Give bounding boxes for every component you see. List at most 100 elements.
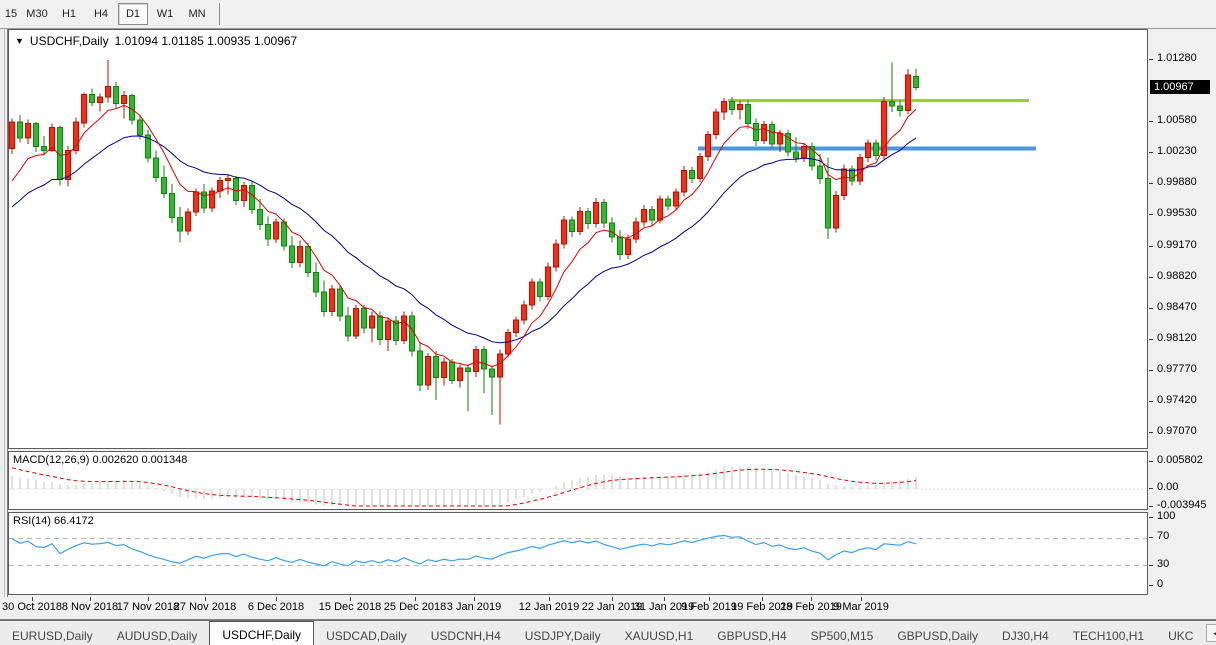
candle	[322, 280, 327, 316]
candle	[10, 118, 15, 153]
axis-tick	[1149, 152, 1153, 153]
price-axis-label: 0.98120	[1157, 332, 1197, 344]
candle	[26, 119, 31, 144]
candle	[90, 88, 95, 106]
rsi-axis-label: 30	[1157, 558, 1169, 570]
candle	[706, 131, 711, 161]
candle	[802, 143, 807, 162]
candle	[434, 351, 439, 400]
candle	[338, 285, 343, 321]
candle	[650, 206, 655, 225]
candle	[218, 177, 223, 198]
chart-dropdown-icon[interactable]: ▼	[15, 36, 24, 46]
date-axis-label: 9 Mar 2019	[833, 601, 889, 613]
tabs-scroll-left-icon[interactable]: ◄	[1206, 624, 1216, 642]
candle	[274, 218, 279, 243]
candle	[442, 358, 447, 385]
candle	[386, 318, 391, 352]
chart-tab-usdcad[interactable]: USDCAD,Daily	[314, 624, 419, 645]
chart-tab-ukc[interactable]: UKC	[1156, 624, 1205, 645]
candle	[346, 307, 351, 342]
candle	[74, 118, 79, 155]
candle	[426, 353, 431, 390]
chart-tab-eurusd[interactable]: EURUSD,Daily	[0, 624, 105, 645]
candle	[642, 205, 647, 226]
axis-tick	[1149, 432, 1153, 433]
chart-tab-sp500[interactable]: SP500,M15	[799, 624, 886, 645]
candle	[898, 101, 903, 117]
date-axis-label: 17 Nov 2018	[117, 601, 179, 613]
chart-tab-tech100[interactable]: TECH100,H1	[1061, 624, 1156, 645]
macd-main-value: 0.002620	[92, 454, 138, 466]
candle	[570, 217, 575, 237]
candle	[178, 207, 183, 242]
timeframe-button-m30[interactable]: M30	[22, 3, 52, 25]
chart-tab-dj30[interactable]: DJ30,H4	[990, 624, 1061, 645]
chart-tab-gbpusd[interactable]: GBPUSD,H4	[705, 624, 798, 645]
timeframe-button-15[interactable]: 15	[2, 3, 20, 25]
date-axis-label: 9 Feb 2019	[681, 601, 737, 613]
macd-panel[interactable]: MACD(12,26,9) 0.002620 0.001348	[8, 451, 1148, 510]
tab-scroll-controls: ◄►	[1205, 621, 1216, 645]
timeframe-button-h1[interactable]: H1	[54, 3, 84, 25]
candle	[546, 263, 551, 300]
candle	[530, 279, 535, 310]
candle	[562, 216, 567, 249]
chart-tab-usdchf[interactable]: USDCHF,Daily	[209, 621, 314, 645]
timeframe-button-mn[interactable]: MN	[182, 3, 212, 25]
candle	[402, 311, 407, 344]
axis-tick	[1149, 565, 1153, 566]
axis-tick	[1149, 506, 1153, 507]
axis-tick	[1149, 308, 1153, 309]
price-axis-label: 1.00580	[1157, 114, 1197, 126]
candle	[810, 142, 815, 170]
candle	[874, 140, 879, 160]
axis-tick	[1149, 121, 1153, 122]
timeframe-button-w1[interactable]: W1	[150, 3, 180, 25]
date-axis-label: 27 Nov 2018	[174, 601, 236, 613]
rsi-label: RSI(14) 66.4172	[13, 515, 94, 527]
chart-tab-gbpusd[interactable]: GBPUSD,Daily	[885, 624, 990, 645]
candle	[538, 279, 543, 302]
date-axis-label: 8 Nov 2018	[62, 601, 118, 613]
candle	[618, 230, 623, 260]
chart-tab-audusd[interactable]: AUDUSD,Daily	[105, 624, 210, 645]
candle	[834, 191, 839, 233]
candle	[754, 118, 759, 145]
candle	[762, 121, 767, 144]
price-axis-label: 0.99530	[1157, 207, 1197, 219]
candle	[34, 122, 39, 152]
candle	[290, 236, 295, 268]
price-axis-label: 0.98820	[1157, 270, 1197, 282]
price-axis-label: 0.97070	[1157, 425, 1197, 437]
price-axis-label: 0.99880	[1157, 176, 1197, 188]
hline-resistance[interactable]	[728, 99, 1029, 102]
chart-title: ▼ USDCHF,Daily 1.01094 1.01185 1.00935 1…	[15, 34, 297, 48]
candle	[482, 346, 487, 393]
chart-tab-xauusd[interactable]: XAUUSD,H1	[613, 624, 706, 645]
candle	[266, 217, 271, 246]
candle	[738, 101, 743, 120]
price-axis: 1.012801.005801.002300.998800.995300.991…	[1149, 29, 1216, 618]
date-axis-label: 3 Jan 2019	[447, 601, 501, 613]
timeframe-button-h4[interactable]: H4	[86, 3, 116, 25]
axis-tick	[1149, 585, 1153, 586]
rsi-panel[interactable]: RSI(14) 66.4172	[8, 512, 1148, 595]
candle	[850, 165, 855, 185]
main-chart-panel[interactable]: ▼ USDCHF,Daily 1.01094 1.01185 1.00935 1…	[8, 29, 1148, 449]
timeframe-button-d1[interactable]: D1	[118, 3, 148, 25]
axis-tick	[1149, 537, 1153, 538]
timeframe-toolbar: 15M30H1H4D1W1MN	[0, 0, 1216, 29]
chart-tabs-bar: EURUSD,DailyAUDUSD,DailyUSDCHF,DailyUSDC…	[0, 620, 1216, 645]
candle	[122, 91, 127, 118]
chart-tab-usdjpy[interactable]: USDJPY,Daily	[513, 624, 613, 645]
axis-tick	[1149, 277, 1153, 278]
candle	[250, 181, 255, 214]
window-left-frame	[0, 29, 8, 618]
axis-tick	[1149, 214, 1153, 215]
macd-axis-label: 0.00	[1157, 481, 1178, 493]
candlestick-chart[interactable]	[9, 30, 1147, 448]
candle	[226, 175, 231, 194]
chart-tab-usdcnh[interactable]: USDCNH,H4	[419, 624, 513, 645]
ma-slow-line	[12, 136, 916, 343]
